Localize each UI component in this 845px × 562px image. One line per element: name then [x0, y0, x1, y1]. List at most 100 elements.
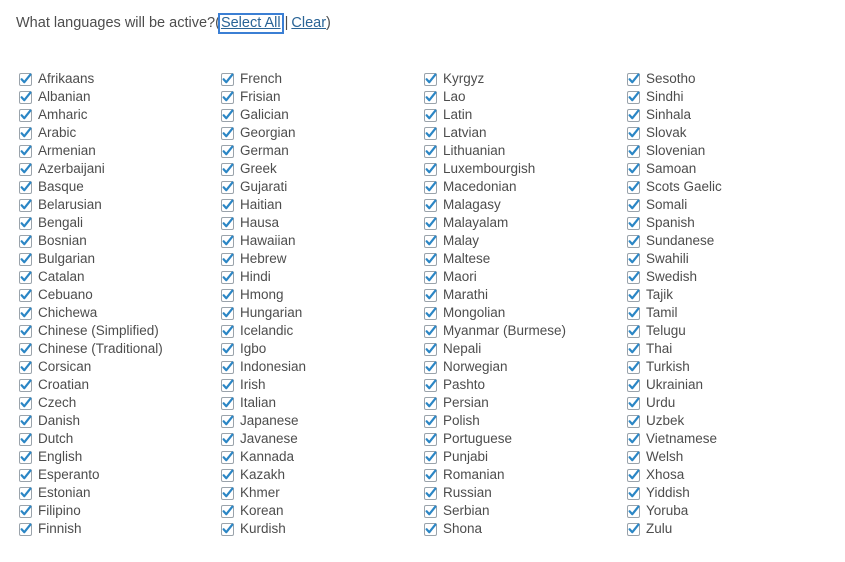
language-row[interactable]: Latin	[424, 106, 605, 124]
language-row[interactable]: Maori	[424, 268, 605, 286]
language-row[interactable]: Japanese	[221, 412, 403, 430]
language-checkbox[interactable]	[424, 234, 437, 248]
language-row[interactable]: Georgian	[221, 124, 403, 142]
language-row[interactable]: Hawaiian	[221, 232, 403, 250]
language-row[interactable]: Welsh	[627, 448, 845, 466]
language-checkbox[interactable]	[19, 126, 32, 140]
language-row[interactable]: Danish	[19, 412, 201, 430]
language-row[interactable]: Khmer	[221, 484, 403, 502]
language-row[interactable]: Cebuano	[19, 286, 201, 304]
language-checkbox[interactable]	[19, 162, 32, 176]
language-row[interactable]: Lithuanian	[424, 142, 605, 160]
language-row[interactable]: Corsican	[19, 358, 201, 376]
language-row[interactable]: Vietnamese	[627, 430, 845, 448]
language-checkbox[interactable]	[627, 216, 640, 230]
language-checkbox[interactable]	[221, 270, 234, 284]
language-row[interactable]: Tajik	[627, 286, 845, 304]
language-row[interactable]: Croatian	[19, 376, 201, 394]
language-checkbox[interactable]	[19, 234, 32, 248]
language-row[interactable]: Persian	[424, 394, 605, 412]
language-checkbox[interactable]	[627, 306, 640, 320]
language-row[interactable]: Maltese	[424, 250, 605, 268]
language-row[interactable]: Slovenian	[627, 142, 845, 160]
language-checkbox[interactable]	[424, 522, 437, 536]
language-checkbox[interactable]	[221, 252, 234, 266]
language-row[interactable]: Icelandic	[221, 322, 403, 340]
language-checkbox[interactable]	[19, 306, 32, 320]
language-checkbox[interactable]	[221, 432, 234, 446]
language-checkbox[interactable]	[424, 216, 437, 230]
language-row[interactable]: Somali	[627, 196, 845, 214]
language-checkbox[interactable]	[424, 486, 437, 500]
language-checkbox[interactable]	[19, 522, 32, 536]
language-row[interactable]: Swahili	[627, 250, 845, 268]
language-checkbox[interactable]	[221, 90, 234, 104]
select-all-link-focus[interactable]: Select All	[217, 13, 284, 34]
language-row[interactable]: Macedonian	[424, 178, 605, 196]
language-row[interactable]: Nepali	[424, 340, 605, 358]
language-row[interactable]: Sundanese	[627, 232, 845, 250]
language-row[interactable]: Swedish	[627, 268, 845, 286]
language-row[interactable]: English	[19, 448, 201, 466]
language-row[interactable]: Telugu	[627, 322, 845, 340]
language-row[interactable]: Esperanto	[19, 466, 201, 484]
language-checkbox[interactable]	[19, 108, 32, 122]
language-row[interactable]: Bengali	[19, 214, 201, 232]
clear-link[interactable]: Clear	[291, 15, 326, 31]
language-row[interactable]: Hausa	[221, 214, 403, 232]
language-checkbox[interactable]	[221, 288, 234, 302]
language-row[interactable]: Turkish	[627, 358, 845, 376]
language-row[interactable]: Xhosa	[627, 466, 845, 484]
language-row[interactable]: Tamil	[627, 304, 845, 322]
language-checkbox[interactable]	[19, 504, 32, 518]
language-row[interactable]: Afrikaans	[19, 70, 201, 88]
language-checkbox[interactable]	[424, 306, 437, 320]
language-row[interactable]: Shona	[424, 520, 605, 538]
language-row[interactable]: Slovak	[627, 124, 845, 142]
language-checkbox[interactable]	[627, 72, 640, 86]
language-checkbox[interactable]	[627, 234, 640, 248]
language-checkbox[interactable]	[627, 90, 640, 104]
language-checkbox[interactable]	[424, 378, 437, 392]
language-checkbox[interactable]	[424, 324, 437, 338]
language-row[interactable]: Serbian	[424, 502, 605, 520]
language-row[interactable]: Greek	[221, 160, 403, 178]
language-checkbox[interactable]	[221, 162, 234, 176]
language-row[interactable]: Czech	[19, 394, 201, 412]
language-checkbox[interactable]	[221, 504, 234, 518]
language-checkbox[interactable]	[221, 72, 234, 86]
language-row[interactable]: Sindhi	[627, 88, 845, 106]
language-row[interactable]: Javanese	[221, 430, 403, 448]
language-checkbox[interactable]	[19, 486, 32, 500]
language-row[interactable]: Luxembourgish	[424, 160, 605, 178]
language-row[interactable]: Belarusian	[19, 196, 201, 214]
language-row[interactable]: Hebrew	[221, 250, 403, 268]
language-checkbox[interactable]	[424, 432, 437, 446]
language-row[interactable]: Sinhala	[627, 106, 845, 124]
language-checkbox[interactable]	[627, 198, 640, 212]
language-checkbox[interactable]	[424, 396, 437, 410]
language-row[interactable]: Hmong	[221, 286, 403, 304]
language-row[interactable]: Azerbaijani	[19, 160, 201, 178]
language-checkbox[interactable]	[19, 144, 32, 158]
language-checkbox[interactable]	[627, 162, 640, 176]
language-checkbox[interactable]	[627, 486, 640, 500]
language-row[interactable]: Armenian	[19, 142, 201, 160]
language-checkbox[interactable]	[424, 162, 437, 176]
language-row[interactable]: Indonesian	[221, 358, 403, 376]
language-row[interactable]: Zulu	[627, 520, 845, 538]
language-row[interactable]: Ukrainian	[627, 376, 845, 394]
language-checkbox[interactable]	[19, 270, 32, 284]
language-row[interactable]: Basque	[19, 178, 201, 196]
language-checkbox[interactable]	[19, 360, 32, 374]
language-checkbox[interactable]	[221, 522, 234, 536]
language-checkbox[interactable]	[221, 306, 234, 320]
language-checkbox[interactable]	[424, 450, 437, 464]
language-checkbox[interactable]	[627, 468, 640, 482]
language-row[interactable]: Irish	[221, 376, 403, 394]
language-checkbox[interactable]	[627, 450, 640, 464]
language-checkbox[interactable]	[221, 144, 234, 158]
language-checkbox[interactable]	[19, 198, 32, 212]
language-checkbox[interactable]	[424, 126, 437, 140]
language-checkbox[interactable]	[627, 324, 640, 338]
